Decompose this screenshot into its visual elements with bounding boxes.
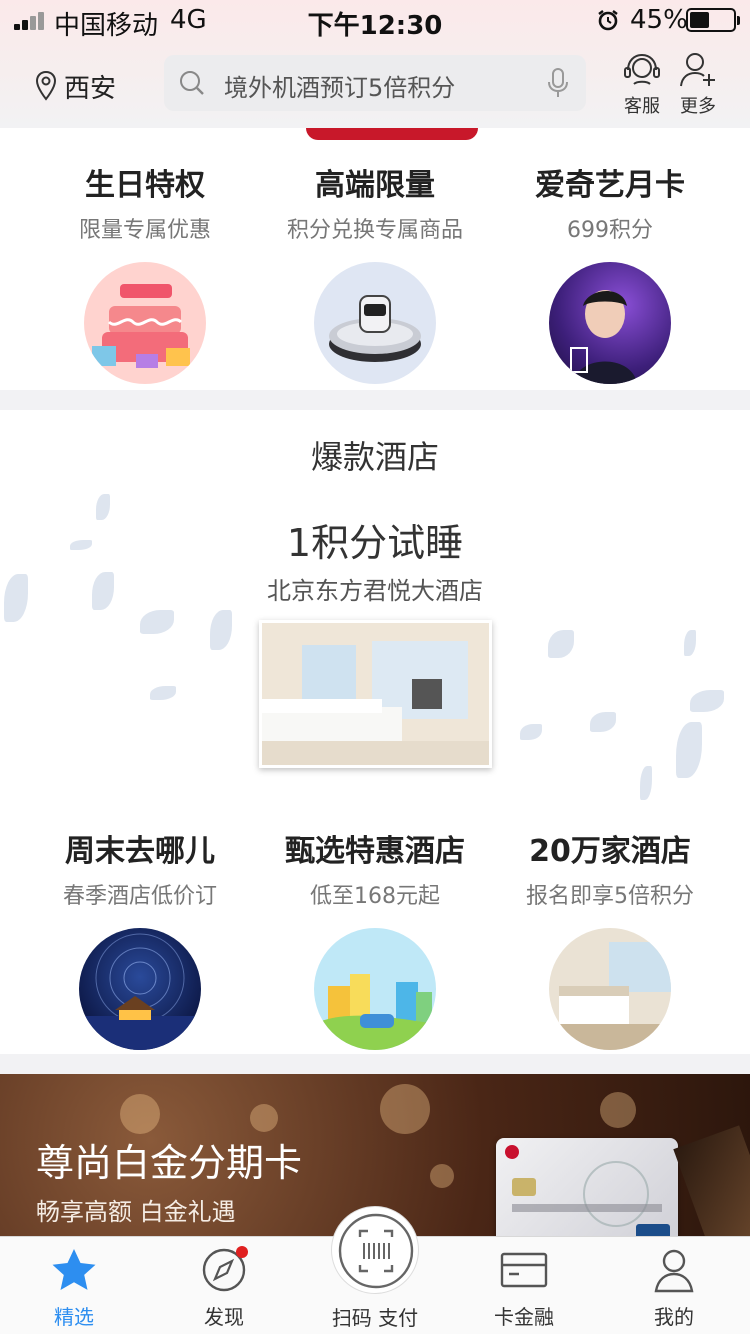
robot-vacuum-image [314, 262, 436, 384]
city-illustration-image [314, 928, 436, 1050]
card-subtitle: 限量专属优惠 [78, 218, 211, 243]
location-label: 西安 [64, 73, 117, 104]
tab-label: 精选 [54, 1305, 94, 1329]
customer-service-label: 客服 [624, 96, 660, 117]
section-divider [0, 1054, 750, 1074]
battery-percent: 45% [630, 5, 688, 35]
tab-label: 发现 [204, 1305, 244, 1329]
microphone-icon[interactable] [546, 67, 570, 99]
alarm-icon [598, 10, 618, 31]
gift-box-image [673, 1125, 750, 1240]
card-subtitle: 报名即享5倍积分 [526, 884, 694, 909]
hotel-card-special[interactable]: 甄选特惠酒店 低至168元起 [275, 826, 475, 1050]
privilege-card-limited[interactable]: 高端限量 积分兑换专属商品 [280, 160, 470, 384]
top-header: 中国移动 4G 下午12:30 45% 西安 境外机酒预订5倍积分 客服 更多 [0, 0, 750, 128]
card-title: 爱奇艺月卡 [535, 168, 685, 203]
tab-me[interactable]: 我的 [614, 1247, 734, 1330]
card-subtitle: 699积分 [567, 218, 653, 243]
credit-card-image [496, 1138, 678, 1240]
search-input[interactable]: 境外机酒预订5倍积分 [164, 55, 586, 111]
hotel-card-200k[interactable]: 20万家酒店 报名即享5倍积分 [515, 826, 705, 1050]
iqiyi-poster-image [549, 262, 671, 384]
card-title: 周末去哪儿 [65, 834, 215, 869]
customer-service-button[interactable]: 客服 [612, 50, 672, 118]
banner-edge [306, 128, 478, 140]
card-subtitle: 低至168元起 [310, 884, 440, 909]
search-placeholder: 境外机酒预订5倍积分 [224, 74, 456, 102]
hotel-bedroom-image [549, 928, 671, 1050]
birthday-cake-image [84, 262, 206, 384]
hotel-promo-name: 北京东方君悦大酒店 [267, 577, 483, 605]
tab-label: 卡金融 [494, 1305, 554, 1329]
banner-title: 尊尚白金分期卡 [36, 1141, 303, 1185]
scan-pay-label[interactable]: 扫码 支付 [300, 1302, 450, 1331]
headset-icon [624, 53, 660, 85]
location-selector[interactable]: 西安 [34, 66, 116, 106]
night-sky-image [79, 928, 201, 1050]
tab-discover[interactable]: 发现 [164, 1247, 284, 1330]
user-icon [654, 1249, 694, 1293]
card-title: 生日特权 [85, 168, 205, 203]
hotel-card-weekend[interactable]: 周末去哪儿 春季酒店低价订 [50, 826, 230, 1050]
hotel-room-photo[interactable] [259, 620, 492, 768]
status-bar: 中国移动 4G 下午12:30 45% [0, 0, 750, 42]
battery-icon [686, 8, 740, 32]
location-pin-icon [35, 70, 57, 101]
banner-subtitle: 畅享高额 白金礼遇 [36, 1198, 236, 1226]
privilege-card-iqiyi[interactable]: 爱奇艺月卡 699积分 [515, 160, 705, 384]
star-icon [52, 1249, 96, 1290]
tab-label: 我的 [654, 1305, 694, 1329]
card-subtitle: 积分兑换专属商品 [286, 218, 463, 243]
qr-scan-icon [338, 1213, 414, 1289]
card-icon [500, 1252, 548, 1288]
more-label: 更多 [680, 96, 716, 117]
notification-badge [236, 1246, 248, 1258]
card-title: 高端限量 [315, 168, 435, 203]
section-divider [0, 390, 750, 410]
privilege-card-birthday[interactable]: 生日特权 限量专属优惠 [60, 160, 230, 384]
add-user-icon [680, 53, 715, 87]
hotel-section-title: 爆款酒店 [310, 438, 439, 476]
scan-pay-button[interactable] [331, 1206, 419, 1294]
card-title: 20万家酒店 [529, 834, 691, 869]
tab-card-finance[interactable]: 卡金融 [464, 1247, 584, 1330]
more-button[interactable]: 更多 [668, 50, 728, 118]
search-icon [180, 71, 204, 95]
tab-featured[interactable]: 精选 [14, 1247, 134, 1330]
card-title: 甄选特惠酒店 [285, 834, 465, 869]
hotel-promo-title[interactable]: 1积分试睡 [0, 512, 750, 567]
card-subtitle: 春季酒店低价订 [62, 884, 217, 909]
